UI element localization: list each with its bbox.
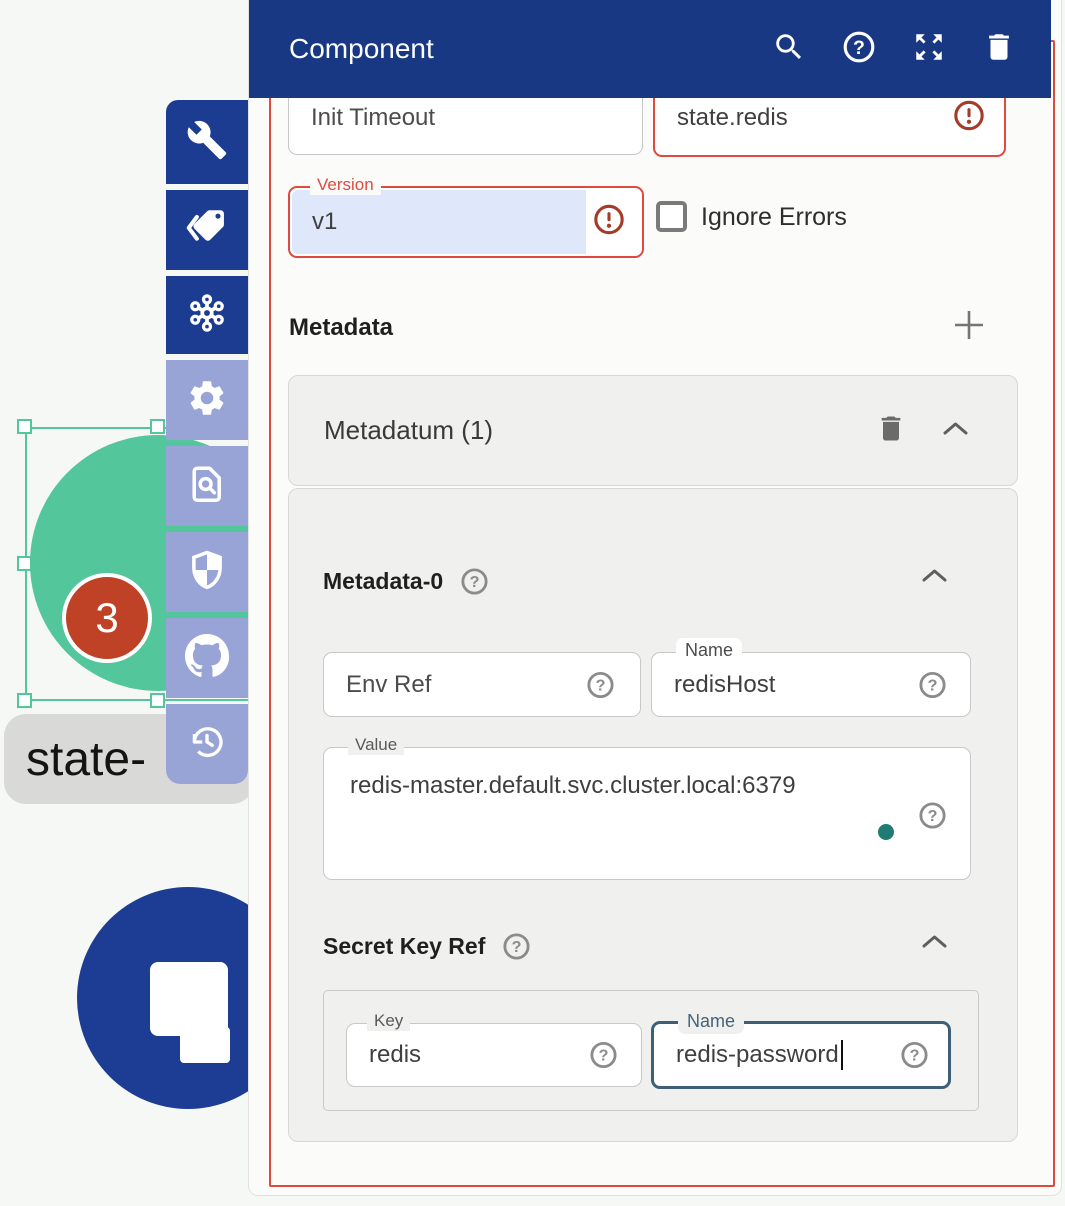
metadata-0-title-row: Metadata-0 ? [323,566,490,597]
state-store-icon [180,1027,230,1063]
trash-icon [982,30,1016,69]
ignore-errors-label: Ignore Errors [701,203,847,232]
metadatum-group-title: Metadatum (1) [324,376,493,485]
error-icon [592,203,626,242]
ignore-errors-checkbox[interactable] [656,201,687,232]
resize-handle-bottom-mid[interactable] [150,693,165,708]
search-button[interactable] [771,31,807,67]
secret-key-value: redis [369,1024,421,1086]
tags-icon [185,207,229,254]
github-tool-button[interactable] [166,618,248,698]
hub-icon [185,291,229,340]
search-icon [772,30,806,69]
help-icon[interactable]: ? [459,566,490,597]
help-icon[interactable]: ? [917,800,948,831]
version-value: v1 [312,188,337,256]
resize-handle-bottom-left[interactable] [17,693,32,708]
version-field[interactable]: Version v1 [288,186,644,258]
panel-header: Component ? [249,0,1051,98]
collapse-metadatum-button[interactable] [942,420,969,442]
resize-handle-top-mid[interactable] [150,419,165,434]
svg-text:?: ? [596,676,606,694]
svg-text:?: ? [853,36,865,58]
svg-text:?: ? [928,676,938,694]
metadata-section-title: Metadata [289,314,393,342]
chevron-up-icon [921,933,948,955]
delete-component-button[interactable] [981,31,1017,67]
plus-icon [951,307,987,348]
help-icon[interactable]: ? [899,1040,930,1071]
gear-icon [186,377,228,424]
metadata-0-title: Metadata-0 [323,568,443,595]
svg-text:?: ? [512,938,522,956]
help-icon[interactable]: ? [585,669,616,700]
svg-text:?: ? [599,1047,609,1065]
state-store-icon [150,962,228,1036]
secret-name-value: redis-password [676,1024,843,1086]
svg-text:?: ? [928,807,938,825]
settings-tool-button[interactable] [166,360,248,440]
secret-name-field[interactable]: Name redis-password ? [651,1021,951,1089]
document-search-icon [186,463,228,510]
metadata-value-label: Value [348,735,404,755]
help-icon[interactable]: ? [588,1040,619,1071]
trash-icon [875,412,907,449]
chevron-up-icon [942,420,969,442]
metadata-value-text: redis-master.default.svc.cluster.local:6… [350,772,796,800]
component-detail-panel: Init Timeout state.redis Version v1 Igno… [248,0,1062,1196]
history-icon [186,721,228,768]
error-icon [952,98,986,137]
error-count-badge: 3 [62,573,152,663]
secret-key-field[interactable]: Key redis ? [346,1023,642,1087]
svg-text:?: ? [470,573,480,591]
fullscreen-icon [912,30,946,69]
fullscreen-button[interactable] [911,31,947,67]
chevron-up-icon [921,567,948,589]
panel-title: Component [289,33,434,65]
help-circle-icon: ? [841,29,877,70]
text-cursor [841,1040,843,1070]
collapse-secret-key-ref-button[interactable] [920,934,948,954]
help-button[interactable]: ? [841,31,877,67]
secret-key-ref-title-row: Secret Key Ref ? [323,931,532,962]
inspect-doc-tool-button[interactable] [166,446,248,526]
shield-tool-button[interactable] [166,532,248,612]
help-icon[interactable]: ? [501,931,532,962]
resize-handle-mid-left[interactable] [17,556,32,571]
metadata-name-value: redisHost [674,653,775,716]
metadata-value-field[interactable]: Value redis-master.default.svc.cluster.l… [323,747,971,880]
metadatum-group-header[interactable]: Metadatum (1) [288,375,1018,486]
resize-grip-dot[interactable] [878,824,894,840]
env-ref-field[interactable]: Env Ref ? [323,652,641,717]
shield-icon [186,549,228,596]
help-icon[interactable]: ? [917,669,948,700]
env-ref-placeholder: Env Ref [346,653,431,716]
delete-metadatum-button[interactable] [875,412,907,449]
hub-tool-button[interactable] [166,276,248,354]
add-metadata-button[interactable] [950,309,987,346]
tags-tool-button[interactable] [166,190,248,270]
resize-handle-top-left[interactable] [17,419,32,434]
secret-key-ref-title: Secret Key Ref [323,933,485,960]
wrench-tool-button[interactable] [166,100,248,184]
metadata-name-field[interactable]: Name redisHost ? [651,652,971,717]
github-icon [184,633,230,684]
svg-text:?: ? [910,1047,920,1065]
history-tool-button[interactable] [166,704,248,784]
collapse-metadata-0-button[interactable] [920,568,948,588]
wrench-icon [186,119,228,166]
